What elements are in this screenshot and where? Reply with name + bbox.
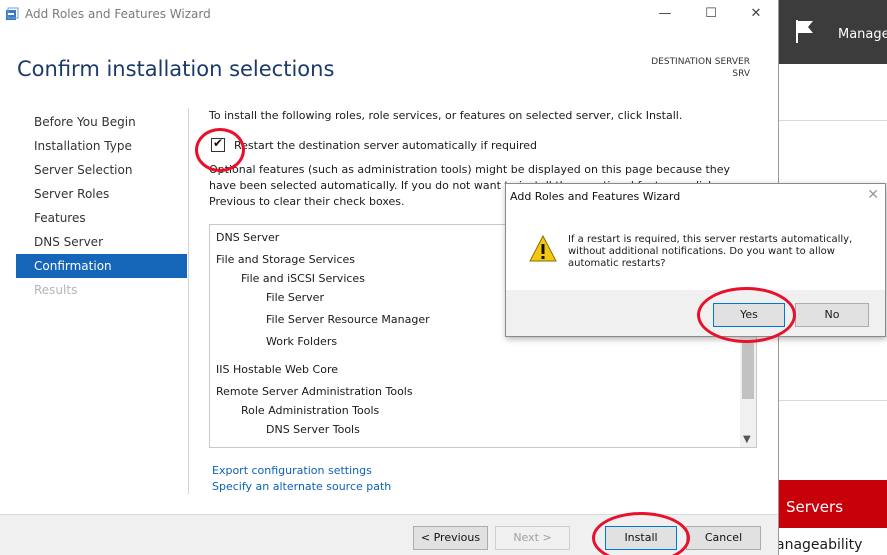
- destination-server-name: SRV: [732, 69, 750, 79]
- nav-item-results: Results: [34, 283, 78, 297]
- manage-menu[interactable]: Manage: [838, 27, 887, 42]
- servers-tile-label: Servers: [786, 498, 844, 516]
- restart-dialog: Add Roles and Features Wizard ✕ If a res…: [505, 183, 886, 337]
- list-item: DNS Server: [216, 231, 280, 244]
- list-item: Remote Server Administration Tools: [216, 385, 413, 398]
- restart-checkbox-label[interactable]: Restart the destination server automatic…: [234, 139, 537, 152]
- list-item: Work Folders: [266, 335, 338, 348]
- title-bar[interactable]: Add Roles and Features Wizard — ☐ ✕: [0, 0, 778, 30]
- server-roles-icon: [6, 7, 19, 20]
- checkmark-icon: ✔: [213, 136, 224, 150]
- list-item: Role Administration Tools: [241, 404, 380, 417]
- nav-divider: [188, 108, 189, 494]
- list-item: DNS Server Tools: [266, 423, 360, 436]
- servers-tile[interactable]: Servers: [778, 480, 887, 528]
- dialog-close-button[interactable]: ✕: [867, 187, 879, 203]
- screen: Manage Servers anageability Add Roles an…: [0, 0, 887, 555]
- dialog-message: If a restart is required, this server re…: [568, 234, 853, 269]
- wizard-nav: Before You Begin Installation Type Serve…: [16, 110, 187, 302]
- list-item: File and Storage Services: [216, 253, 356, 266]
- flag-icon[interactable]: [794, 18, 816, 44]
- previous-button[interactable]: < Previous: [413, 526, 488, 550]
- wizard-footer: < Previous Next > Install Cancel: [0, 514, 778, 555]
- destination-server-label: DESTINATION SERVER: [651, 57, 750, 67]
- dialog-title: Add Roles and Features Wizard: [510, 190, 681, 203]
- window-title: Add Roles and Features Wizard: [25, 7, 211, 21]
- nav-item-dns-server[interactable]: DNS Server: [16, 230, 187, 254]
- intro-text: To install the following roles, role ser…: [209, 109, 683, 122]
- warning-icon: [529, 234, 557, 262]
- nav-item-before-you-begin[interactable]: Before You Begin: [16, 110, 187, 134]
- nav-item-server-selection[interactable]: Server Selection: [16, 158, 187, 182]
- dialog-body: If a restart is required, this server re…: [506, 210, 885, 290]
- no-button[interactable]: No: [795, 303, 869, 327]
- minimize-button[interactable]: —: [654, 4, 676, 24]
- manageability-label: anageability: [776, 537, 863, 553]
- export-configuration-link[interactable]: Export configuration settings: [212, 464, 372, 477]
- install-button[interactable]: Install: [605, 526, 677, 550]
- yes-button[interactable]: Yes: [713, 303, 785, 327]
- list-item: File Server: [266, 291, 324, 304]
- maximize-button[interactable]: ☐: [700, 4, 722, 24]
- alternate-source-link[interactable]: Specify an alternate source path: [212, 480, 391, 493]
- nav-item-confirmation[interactable]: Confirmation: [16, 254, 187, 278]
- list-item: File Server Resource Manager: [266, 313, 430, 326]
- page-title: Confirm installation selections: [17, 57, 335, 81]
- nav-item-features[interactable]: Features: [16, 206, 187, 230]
- next-button: Next >: [495, 526, 570, 550]
- restart-checkbox[interactable]: ✔: [211, 136, 225, 152]
- chevron-down-icon[interactable]: ▼: [743, 434, 751, 445]
- dialog-title-bar[interactable]: Add Roles and Features Wizard ✕: [506, 184, 885, 210]
- list-item: IIS Hostable Web Core: [216, 363, 338, 376]
- scrollbar-thumb[interactable]: [742, 343, 754, 399]
- nav-item-server-roles[interactable]: Server Roles: [16, 182, 187, 206]
- divider: [778, 400, 887, 401]
- close-button[interactable]: ✕: [745, 4, 767, 24]
- destination-server: DESTINATION SERVER SRV: [651, 56, 750, 80]
- nav-item-installation-type[interactable]: Installation Type: [16, 134, 187, 158]
- list-item: File and iSCSI Services: [241, 272, 365, 285]
- cancel-button[interactable]: Cancel: [686, 526, 761, 550]
- divider: [778, 120, 887, 121]
